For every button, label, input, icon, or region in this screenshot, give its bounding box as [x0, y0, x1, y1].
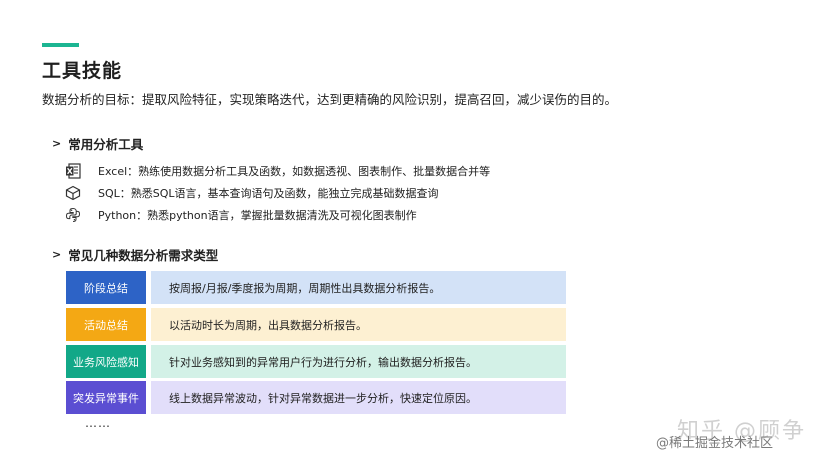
requirement-label: 阶段总结 [66, 271, 146, 304]
requirement-desc: 线上数据异常波动，针对异常数据进一步分析，快速定位原因。 [151, 381, 566, 414]
watermark-juejin: @稀土掘金技术社区 [656, 436, 774, 451]
requirement-desc: 针对业务感知到的异常用户行为进行分析，输出数据分析报告。 [151, 345, 566, 378]
tool-text-sql: SQL：熟悉SQL语言，基本查询语句及函数，能独立完成基础数据查询 [98, 187, 439, 200]
slide: 工具技能 数据分析的目标：提取风险特征，实现策略迭代，达到更精确的风险识别，提高… [0, 0, 830, 466]
tools-section-heading: > 常用分析工具 [52, 134, 143, 153]
page-subtitle: 数据分析的目标：提取风险特征，实现策略迭代，达到更精确的风险识别，提高召回，减少… [42, 92, 618, 107]
tool-text-excel: Excel：熟练使用数据分析工具及函数，如数据透视、图表制作、批量数据合并等 [98, 165, 491, 178]
requirement-desc: 按周报/月报/季度报为周期，周期性出具数据分析报告。 [151, 271, 566, 304]
tool-item-excel: Excel：熟练使用数据分析工具及函数，如数据透视、图表制作、批量数据合并等 [64, 162, 490, 180]
tool-item-sql: SQL：熟悉SQL语言，基本查询语句及函数，能独立完成基础数据查询 [64, 184, 439, 202]
title-accent-bar [42, 43, 79, 47]
page-title: 工具技能 [42, 60, 123, 82]
requirement-desc: 以活动时长为周期，出具数据分析报告。 [151, 308, 566, 341]
requirement-row: 阶段总结 按周报/月报/季度报为周期，周期性出具数据分析报告。 [66, 271, 566, 304]
more-ellipsis: …… [85, 416, 111, 430]
requirements-heading-text: 常见几种数据分析需求类型 [68, 248, 219, 263]
tools-heading-text: 常用分析工具 [68, 137, 144, 152]
excel-icon [64, 162, 82, 180]
python-icon [64, 206, 82, 224]
requirement-label: 突发异常事件 [66, 381, 146, 414]
requirement-row: 业务风险感知 针对业务感知到的异常用户行为进行分析，输出数据分析报告。 [66, 345, 566, 378]
requirement-label: 业务风险感知 [66, 345, 146, 378]
requirement-row: 活动总结 以活动时长为周期，出具数据分析报告。 [66, 308, 566, 341]
tool-item-python: Python：熟悉python语言，掌握批量数据清洗及可视化图表制作 [64, 206, 417, 224]
requirements-section-heading: > 常见几种数据分析需求类型 [52, 245, 218, 264]
chevron-right-icon: > [52, 248, 62, 261]
requirement-row: 突发异常事件 线上数据异常波动，针对异常数据进一步分析，快速定位原因。 [66, 381, 566, 414]
chevron-right-icon: > [52, 137, 62, 150]
tool-text-python: Python：熟悉python语言，掌握批量数据清洗及可视化图表制作 [98, 209, 417, 222]
database-icon [64, 184, 82, 202]
requirement-label: 活动总结 [66, 308, 146, 341]
